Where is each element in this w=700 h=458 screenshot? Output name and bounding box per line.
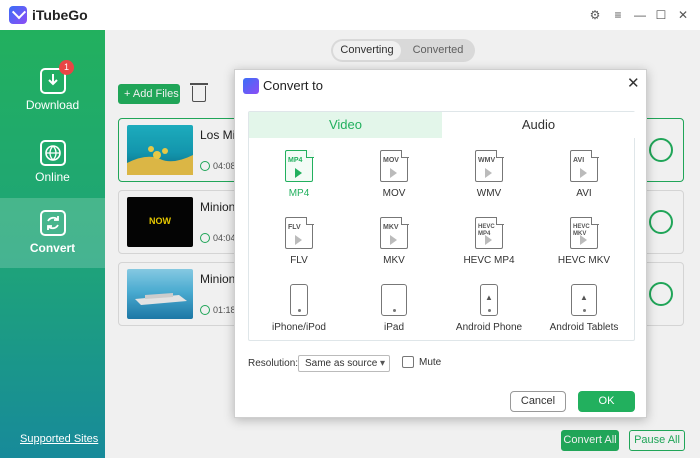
avi-file-icon: AVI [570, 149, 599, 182]
format-option-hevc-mkv[interactable]: HEVC MKV HEVC MKV [536, 216, 632, 279]
dialog-title: Convert to [263, 78, 323, 93]
close-icon[interactable]: ✕ [627, 76, 640, 92]
mute-checkbox[interactable] [402, 356, 414, 368]
close-icon[interactable]: ✕ [676, 8, 690, 22]
device-option-android-tablets[interactable]: ▲ Android Tablets [536, 284, 632, 346]
sidebar-item-online[interactable]: Online [0, 130, 105, 200]
format-option-mkv[interactable]: MKV MKV [346, 216, 442, 279]
sidebar-item-label: Online [35, 170, 70, 184]
mkv-file-icon: MKV [380, 216, 409, 249]
format-label: HEVC MP4 [463, 255, 515, 266]
device-option-android-phone[interactable]: ▲ Android Phone [441, 284, 537, 346]
app-logo-icon [9, 6, 27, 24]
app-logo-icon [243, 78, 259, 94]
format-option-flv[interactable]: FLV FLV [251, 216, 347, 279]
device-option-ipad[interactable]: iPad [346, 284, 442, 346]
sidebar-item-download[interactable]: 1 Download [0, 58, 105, 128]
format-option-hevc-mp4[interactable]: HEVC MP4 HEVC MP4 [441, 216, 537, 279]
ok-button[interactable]: OK [578, 391, 635, 412]
format-label: WMV [476, 188, 502, 199]
format-label: FLV [290, 255, 308, 266]
gear-icon[interactable]: ⚙ [588, 8, 602, 22]
mov-file-icon: MOV [380, 149, 409, 182]
title-bar: iTubeGo ⚙ ≡ — ☐ ✕ [0, 0, 700, 30]
format-label: Android Phone [455, 322, 523, 333]
android-tablet-icon: ▲ [571, 284, 597, 316]
format-label: MP4 [288, 188, 310, 199]
minimize-icon[interactable]: — [633, 8, 647, 22]
convert-icon [40, 210, 66, 236]
globe-icon [40, 140, 66, 166]
format-option-mov[interactable]: MOV MOV [346, 149, 442, 212]
format-option-wmv[interactable]: WMV WMV [441, 149, 537, 212]
format-label: iPhone/iPod [272, 322, 326, 333]
device-option-iphone-ipod[interactable]: iPhone/iPod [251, 284, 347, 346]
sidebar-item-label: Download [25, 98, 80, 112]
mute-label: Mute [419, 357, 442, 368]
sidebar: 1 Download Online Convert Supported Site… [0, 30, 105, 458]
tab-audio[interactable]: Audio [442, 112, 635, 138]
apple-phone-icon [290, 284, 308, 316]
sidebar-item-convert[interactable]: Convert [0, 198, 105, 268]
cancel-button[interactable]: Cancel [510, 391, 566, 412]
hevc-mkv-file-icon: HEVC MKV [570, 216, 599, 249]
format-panel: Video Audio MP4 MP4 MOV MOV WMV WMV AVI … [248, 111, 635, 341]
app-title: iTubeGo [32, 7, 88, 23]
mp4-file-icon: MP4 [285, 149, 314, 182]
menu-icon[interactable]: ≡ [611, 8, 625, 22]
android-phone-icon: ▲ [480, 284, 498, 316]
sidebar-item-label: Convert [29, 241, 76, 255]
format-label: HEVC MKV [557, 255, 611, 266]
download-count-badge: 1 [59, 60, 74, 75]
format-option-mp4[interactable]: MP4 MP4 [251, 149, 347, 212]
format-label: MOV [382, 188, 406, 199]
resolution-select[interactable]: Same as source [298, 355, 390, 372]
format-option-avi[interactable]: AVI AVI [536, 149, 632, 212]
format-label: iPad [383, 322, 404, 333]
convert-to-dialog: Convert to ✕ Video Audio MP4 MP4 MOV MOV… [234, 69, 647, 418]
flv-file-icon: FLV [285, 216, 314, 249]
resolution-label: Resolution: [248, 358, 299, 369]
format-label: MKV [383, 255, 405, 266]
supported-sites-link[interactable]: Supported Sites [20, 433, 98, 445]
format-label: Android Tablets [549, 322, 619, 333]
format-label: AVI [576, 188, 592, 199]
hevc-mp4-file-icon: HEVC MP4 [475, 216, 504, 249]
wmv-file-icon: WMV [475, 149, 504, 182]
maximize-icon[interactable]: ☐ [654, 8, 668, 22]
tab-video[interactable]: Video [249, 112, 442, 138]
apple-tablet-icon [381, 284, 407, 316]
